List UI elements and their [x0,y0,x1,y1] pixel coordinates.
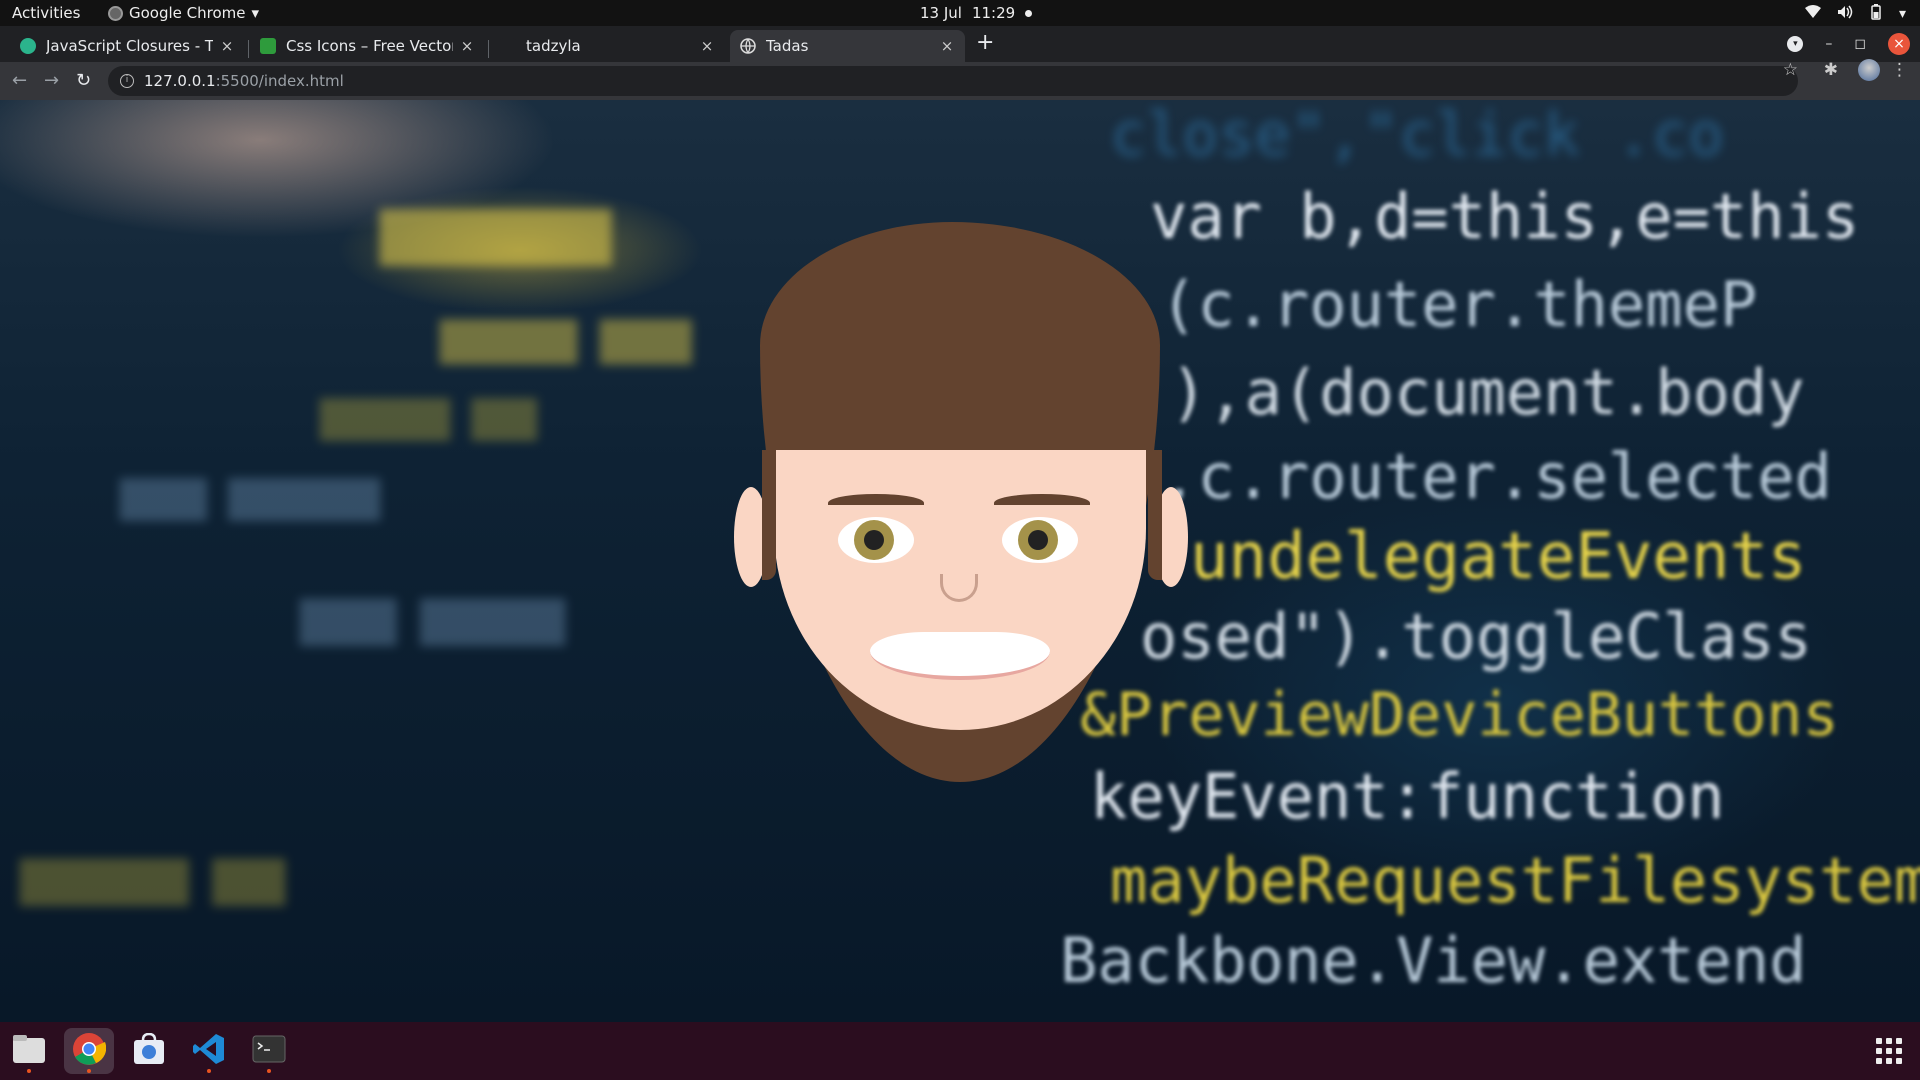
close-icon[interactable]: × [939,37,955,55]
code-line: maybeRequestFilesystem [1110,844,1920,917]
ubuntu-dock [0,1022,1920,1080]
app-menu[interactable]: Google Chrome ▾ [108,4,259,22]
dock-terminal[interactable] [244,1028,294,1074]
right-eye [1002,517,1078,563]
address-bar[interactable]: i 127.0.0.1:5500/index.html [108,66,1798,96]
right-sideburn [1148,450,1162,580]
profile-avatar[interactable] [1858,59,1880,81]
url-path: :5500/index.html [215,72,344,90]
minimize-icon[interactable]: – [1825,36,1832,52]
maximize-icon[interactable]: ◻ [1854,36,1866,52]
left-iris [854,520,894,560]
chrome-icon [72,1032,107,1070]
dock-chrome[interactable] [64,1028,114,1074]
code-line: var b,d=this,e=this [1150,180,1860,253]
show-applications-icon[interactable] [1876,1038,1902,1064]
left-eye [838,517,914,563]
blurred-code-blob: ████ ██████ [300,600,565,646]
code-line: (c.router.themeP [1160,268,1758,341]
code-line: ,c.router.selected [1160,440,1832,513]
caret-down-icon: ▾ [251,4,260,22]
chrome-toolbar: ← → ↻ i 127.0.0.1:5500/index.html ☆ ✱ ⋮ [0,59,1920,100]
url-host: 127.0.0.1 [144,72,216,90]
tab-separator [248,40,249,58]
system-tray[interactable]: ▾ [1804,4,1906,24]
right-pupil [1028,530,1048,550]
close-window-icon[interactable]: × [1888,33,1910,55]
battery-icon [1869,4,1883,24]
running-indicator [207,1069,211,1073]
code-line: &PreviewDeviceButtons [1080,680,1839,750]
tab-title: tadzyla [526,37,581,55]
bookmark-star-icon[interactable]: ☆ [1783,60,1798,80]
code-line: undelegateEvents [1190,520,1807,594]
close-icon[interactable]: × [219,37,235,55]
menu-dots-icon[interactable]: ⋮ [1891,60,1908,80]
left-pupil [864,530,884,550]
tab-favicon [260,38,276,54]
tab-tadas[interactable]: Tadas × [730,30,965,62]
tab-javascript-closures[interactable]: JavaScript Closures - Tuto × [10,30,245,62]
running-indicator [27,1069,31,1073]
code-line: ),a(document.body [1170,356,1805,429]
tab-title: Tadas [766,37,809,55]
tab-title: Css Icons – Free Vector Do [286,37,453,55]
close-icon[interactable]: × [459,37,475,55]
new-tab-button[interactable]: + [976,30,994,55]
chrome-tab-strip: JavaScript Closures - Tuto × Css Icons –… [0,26,1920,62]
blurred-code-blob: ██████ ████ [440,320,692,364]
chrome-app-icon [108,5,123,21]
dock-files[interactable] [4,1028,54,1074]
extensions-icon[interactable]: ✱ [1824,60,1838,80]
tab-favicon [500,38,516,54]
info-icon[interactable]: i [120,74,134,88]
dock-software[interactable] [124,1028,174,1074]
notification-dot-icon [1025,9,1033,17]
software-icon [132,1032,166,1069]
left-sideburn [762,450,776,580]
blurred-code-blob: ███████ ███ [20,860,285,906]
tab-favicon [20,38,36,54]
page-content: close","click .co var b,d=this,e=this (c… [0,100,1920,1022]
app-menu-label: Google Chrome [129,4,246,22]
clock-time: 11:29 [971,4,1016,22]
system-menu-caret-icon: ▾ [1898,6,1906,22]
volume-icon [1837,5,1853,23]
tab-title: JavaScript Closures - Tuto [46,37,213,55]
activities-button[interactable]: Activities [12,4,80,22]
terminal-icon [252,1035,286,1067]
blurred-code-blob: ██████ ███ [320,400,537,441]
vscode-icon [192,1032,226,1070]
face-avatar [730,222,1190,782]
files-icon [12,1034,46,1068]
back-arrow-icon[interactable]: ← [12,70,27,91]
tab-separator [488,40,489,58]
wifi-icon [1804,5,1821,23]
downloads-icon[interactable]: ▾ [1787,36,1804,52]
blurred-code-blob: ████████ [380,210,612,266]
running-indicator [267,1069,271,1073]
globe-icon [740,38,756,54]
dock-vscode[interactable] [184,1028,234,1074]
right-iris [1018,520,1058,560]
window-controls: ▾ – ◻ × [1787,26,1920,62]
tab-css-icons[interactable]: Css Icons – Free Vector Do × [250,30,485,62]
code-line: Backbone.View.extend [1060,924,1807,997]
close-icon[interactable]: × [699,37,715,55]
clock[interactable]: 13 Jul 11:29 [920,4,1033,22]
tab-tadzyla[interactable]: tadzyla × [490,30,725,62]
code-line: osed").toggleClass [1140,600,1812,673]
blurred-code-blob: ████ ███████ [120,480,381,521]
right-eyebrow [994,494,1090,512]
left-eyebrow [828,494,924,512]
forward-arrow-icon[interactable]: → [44,70,59,91]
clock-date: 13 Jul [920,4,962,22]
running-indicator [87,1069,91,1073]
gnome-top-bar: Activities Google Chrome ▾ 13 Jul 11:29 … [0,0,1920,26]
reload-icon[interactable]: ↻ [76,70,91,91]
code-line: close","click .co [1110,100,1725,170]
